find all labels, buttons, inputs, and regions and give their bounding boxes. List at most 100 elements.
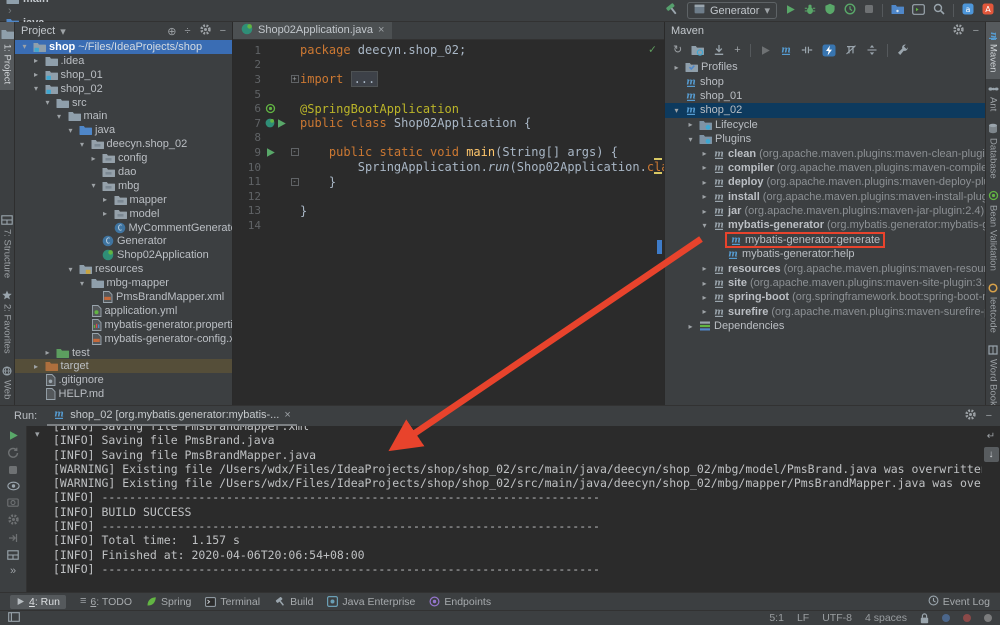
hide-panel-icon[interactable]: − [220, 25, 226, 37]
expander-closed-icon[interactable]: ▸ [699, 149, 710, 158]
tool-window-button-spring[interactable]: Spring [146, 596, 191, 608]
expander-closed-icon[interactable]: ▸ [100, 195, 111, 204]
expander-open-icon[interactable]: ▾ [77, 140, 88, 149]
fold-marker[interactable]: - [289, 148, 300, 156]
tree-row-deecyn-shop-02[interactable]: ▾deecyn.shop_02 [15, 137, 232, 151]
tree-row-generator[interactable]: CGenerator [15, 234, 232, 248]
fold-marker[interactable]: + [289, 75, 300, 83]
expander-closed-icon[interactable]: ▸ [88, 154, 99, 163]
gear-icon[interactable] [199, 23, 212, 39]
tree-row-resources[interactable]: ▸mresources (org.apache.maven.plugins:ma… [665, 261, 985, 275]
tree-row-target[interactable]: ▸target [15, 359, 232, 373]
expander-closed-icon[interactable]: ▸ [699, 192, 710, 201]
tool-window-button-4-run[interactable]: 4: Run [10, 595, 66, 609]
tool-window-button-endpoints[interactable]: Endpoints [429, 596, 491, 608]
tool-window-toggle-icon[interactable] [8, 612, 20, 625]
lock-icon[interactable] [920, 613, 929, 624]
tool-strip-tab-7-structure[interactable]: 7: Structure [0, 209, 14, 284]
tree-row-mycommentgenerator[interactable]: CMyCommentGenerator [15, 221, 232, 235]
bean-icon[interactable] [265, 103, 276, 114]
hide-panel-icon[interactable]: − [973, 25, 979, 37]
goal-icon[interactable]: m [780, 44, 792, 56]
add-maven-project-icon[interactable]: + [734, 45, 740, 56]
tree-row-shop02application[interactable]: Shop02Application [15, 248, 232, 262]
expander-open-icon[interactable]: ▾ [19, 42, 30, 51]
tree-row-model[interactable]: ▸model [15, 207, 232, 221]
fold-box-icon[interactable]: + [291, 75, 299, 83]
locate-file-icon[interactable]: ⊕ [167, 25, 176, 38]
status-item[interactable]: UTF-8 [822, 612, 852, 624]
fold-box-icon[interactable]: - [291, 148, 299, 156]
close-icon[interactable]: × [378, 24, 384, 36]
tree-row-help-md[interactable]: HELP.md [15, 387, 232, 401]
tree-row-mybatis-generator-help[interactable]: mmybatis-generator:help [665, 247, 985, 261]
chevron-down-icon[interactable]: ▾ [60, 25, 66, 38]
console-expander-icon[interactable]: ▾ [35, 429, 40, 440]
expander-closed-icon[interactable]: ▸ [31, 56, 42, 65]
tree-row-mybatis-generator-config-xml[interactable]: mybatis-generator-config.xml [15, 332, 232, 346]
expander-closed-icon[interactable]: ▸ [31, 362, 42, 371]
project-panel-title[interactable]: Project [21, 25, 55, 37]
wrench-icon[interactable] [897, 44, 909, 56]
tree-row-shop-01[interactable]: mshop_01 [665, 89, 985, 103]
run-config-selector[interactable]: Generator ▾ [687, 2, 777, 19]
tree-row-pmsbrandmapper-xml[interactable]: PmsBrandMapper.xml [15, 290, 232, 304]
tree-row-application-yml[interactable]: application.yml [15, 304, 232, 318]
tree-row-plugins[interactable]: ▾Plugins [665, 132, 985, 146]
tree-row-profiles[interactable]: ▸Profiles [665, 60, 985, 74]
tool-strip-tab-maven[interactable]: mMaven [986, 22, 1000, 79]
expander-open-icon[interactable]: ▾ [65, 126, 76, 135]
play-green-icon[interactable] [8, 430, 19, 441]
tree-row-config[interactable]: ▸config [15, 151, 232, 165]
plug-icon[interactable] [801, 44, 813, 56]
tool-strip-tab-2-favorites[interactable]: 2: Favorites [1, 284, 14, 360]
tree-row-shop[interactable]: mshop [665, 74, 985, 88]
scrollbar-thumb[interactable] [657, 240, 662, 254]
fold-box-icon[interactable]: - [291, 178, 299, 186]
tool-strip-tab-leetcode[interactable]: leetcode [987, 277, 1000, 339]
tool-window-button-terminal[interactable]: Terminal [205, 596, 260, 608]
fold-marker[interactable]: - [289, 178, 300, 186]
search-icon[interactable] [933, 3, 945, 18]
tree-row-dao[interactable]: dao [15, 165, 232, 179]
tree-row-resources[interactable]: ▾resources [15, 262, 232, 276]
profiler-button[interactable] [844, 3, 856, 18]
tree-row-mybatis-generator-properties[interactable]: mybatis-generator.properties [15, 318, 232, 332]
expander-closed-icon[interactable]: ▸ [100, 209, 111, 218]
play-green-icon[interactable] [276, 118, 287, 129]
expander-closed-icon[interactable]: ▸ [685, 322, 696, 331]
expander-open-icon[interactable]: ▾ [54, 112, 65, 121]
expander-closed-icon[interactable]: ▸ [699, 163, 710, 172]
tree-row-mybatis-generator[interactable]: ▾mmybatis-generator (org.mybatis.generat… [665, 218, 985, 232]
collapse-all-icon[interactable]: ÷ [185, 25, 191, 37]
expander-open-icon[interactable]: ▾ [671, 106, 682, 115]
expander-open-icon[interactable]: ▾ [31, 84, 42, 93]
inspections-ok-icon[interactable]: ✓ [649, 42, 656, 56]
more-actions-icon[interactable]: » [10, 566, 16, 577]
tree-row-main[interactable]: ▾main [15, 109, 232, 123]
eye-icon[interactable] [7, 481, 20, 491]
tool-window-button-build[interactable]: Build [274, 596, 313, 608]
tree-row-shop[interactable]: ▾shop ~/Files/IdeaProjects/shop [15, 40, 232, 54]
expander-closed-icon[interactable]: ▸ [699, 279, 710, 288]
tool-strip-tab-bean-validation[interactable]: Bean Validation [987, 184, 1000, 277]
build-hammer-icon[interactable] [664, 2, 679, 19]
gear-icon[interactable] [952, 23, 965, 39]
debug-button[interactable] [804, 3, 816, 18]
expander-closed-icon[interactable]: ▸ [699, 207, 710, 216]
tree-row-surefire[interactable]: ▸msurefire (org.apache.maven.plugins:mav… [665, 305, 985, 319]
tree-row-jar[interactable]: ▸mjar (org.apache.maven.plugins:maven-ja… [665, 204, 985, 218]
tree-row--idea[interactable]: ▸.idea [15, 54, 232, 68]
status-item[interactable]: 5:1 [769, 612, 784, 624]
tool-strip-tab-1-project[interactable]: 1: Project [0, 22, 15, 90]
tree-row-spring-boot[interactable]: ▸mspring-boot (org.springframework.boot:… [665, 290, 985, 304]
tree-row-shop-01[interactable]: ▸shop_01 [15, 68, 232, 82]
gear-icon[interactable] [964, 408, 977, 424]
status-item[interactable]: LF [797, 612, 809, 624]
tree-row-lifecycle[interactable]: ▸Lifecycle [665, 118, 985, 132]
tree-row-java[interactable]: ▾java [15, 123, 232, 137]
expander-closed-icon[interactable]: ▸ [699, 178, 710, 187]
tree-row-deploy[interactable]: ▸mdeploy (org.apache.maven.plugins:maven… [665, 175, 985, 189]
bolt-box-icon[interactable] [822, 44, 836, 57]
run-button[interactable] [785, 4, 796, 18]
